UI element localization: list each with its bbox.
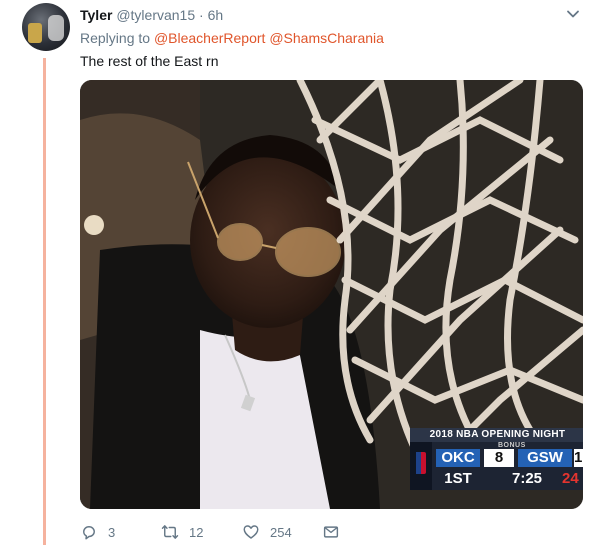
avatar-detail: [28, 23, 42, 43]
timestamp[interactable]: 6h: [208, 7, 224, 23]
thread-line: [43, 58, 46, 545]
tweet-header: Tyler @tylervan15 · 6h: [80, 6, 223, 24]
game-clock: 7:25: [511, 470, 543, 487]
tweet-media[interactable]: 2018 NBA OPENING NIGHT BONUS OKC 8 GSW 1…: [80, 80, 583, 509]
team1-name: OKC: [436, 449, 480, 467]
retweet-button[interactable]: 12: [161, 522, 203, 542]
envelope-icon: [323, 526, 339, 538]
reply-button[interactable]: 3: [80, 522, 115, 542]
mention-link[interactable]: @BleacherReport: [154, 30, 266, 46]
reply-icon: [83, 526, 95, 540]
dm-button[interactable]: [322, 522, 340, 542]
team2-name: GSW: [518, 449, 572, 467]
scorebug: 2018 NBA OPENING NIGHT BONUS OKC 8 GSW 1…: [410, 428, 583, 490]
like-button[interactable]: 254: [242, 522, 292, 542]
game-period: 1ST: [444, 470, 472, 487]
retweet-icon: [161, 525, 179, 539]
separator: ·: [199, 7, 204, 23]
replying-to: Replying to @BleacherReport @ShamsCharan…: [80, 29, 384, 47]
retweet-count: 12: [189, 524, 204, 540]
reply-count: 3: [108, 524, 116, 540]
team2-score: 1: [574, 449, 583, 467]
author-handle[interactable]: @tylervan15: [116, 7, 195, 23]
avatar[interactable]: [22, 3, 70, 51]
chevron-down-icon[interactable]: [565, 6, 581, 22]
author-name[interactable]: Tyler: [80, 7, 112, 23]
replying-prefix: Replying to: [80, 30, 151, 46]
nba-logo-icon: [410, 442, 432, 490]
heart-icon: [243, 525, 259, 539]
shot-clock: 24: [562, 470, 579, 487]
team1-score: 8: [484, 449, 514, 467]
mention-link[interactable]: @ShamsCharania: [269, 30, 384, 46]
avatar-detail: [48, 15, 64, 41]
tweet-text: The rest of the East rn: [80, 53, 219, 69]
scorebug-title: 2018 NBA OPENING NIGHT: [410, 428, 583, 442]
like-count: 254: [270, 524, 292, 540]
bonus-label: BONUS: [498, 442, 526, 449]
